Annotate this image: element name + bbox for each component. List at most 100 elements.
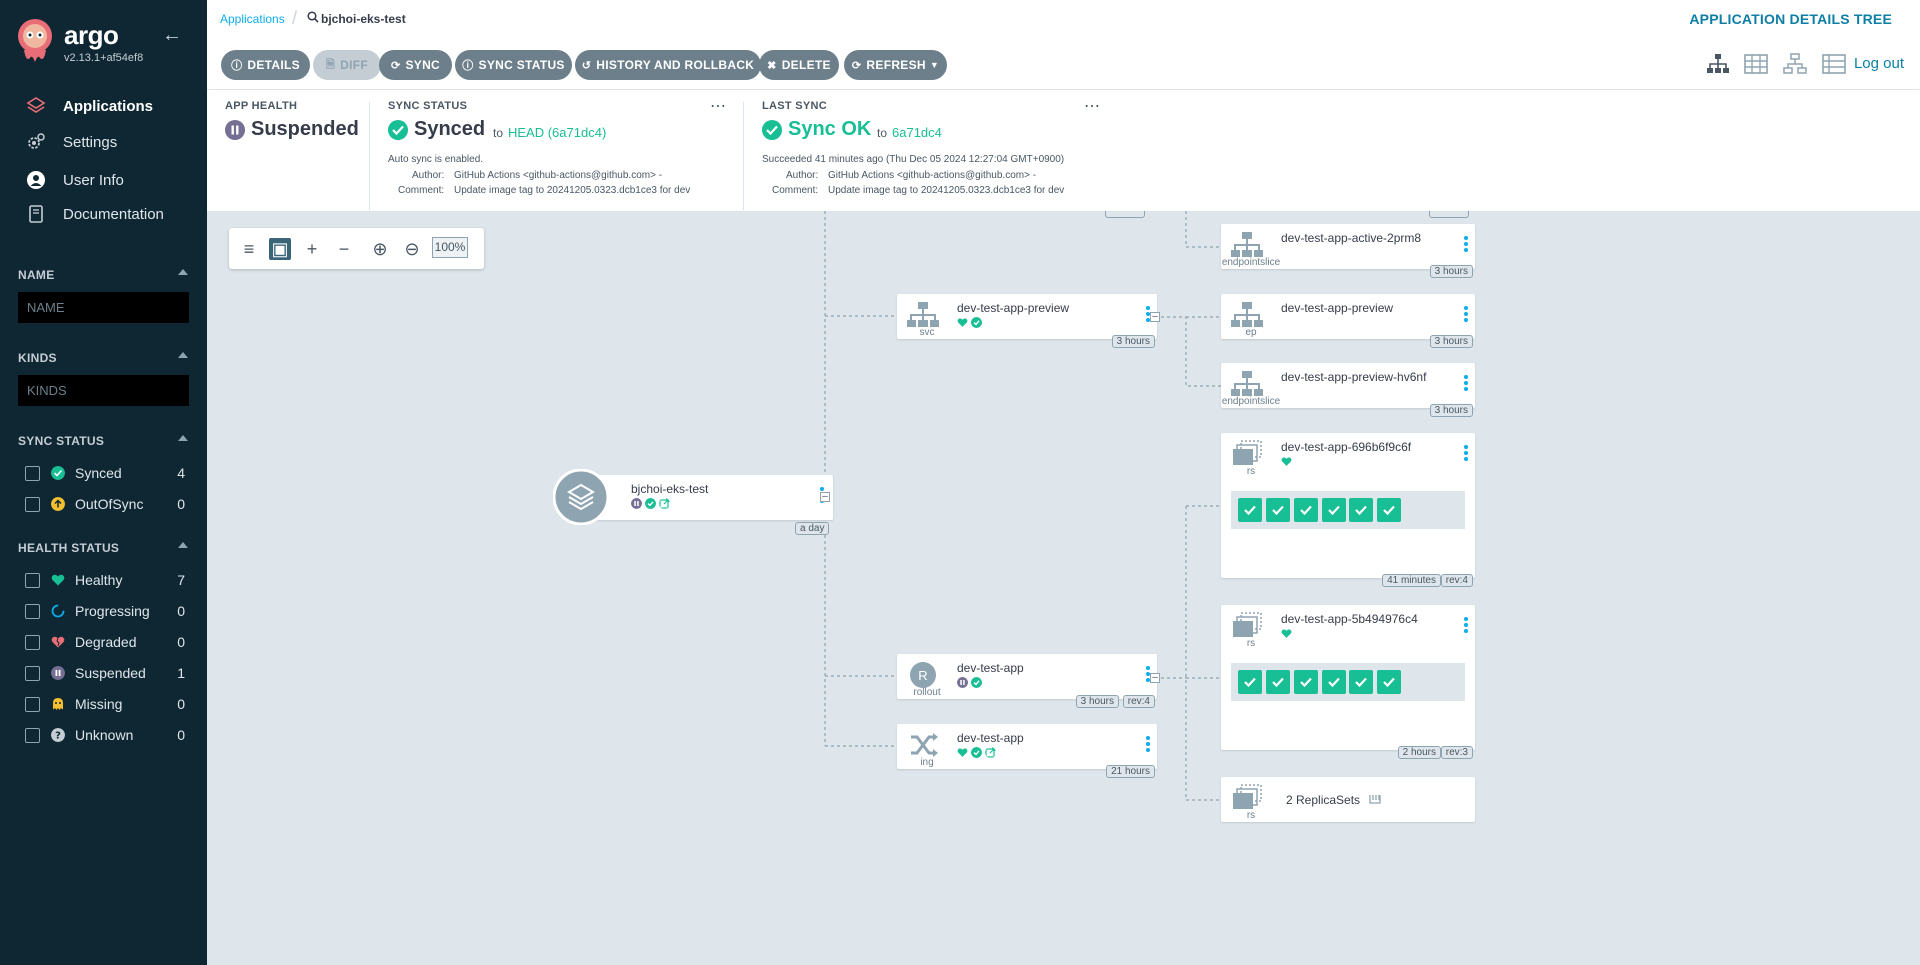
caret-up-icon[interactable] (178, 542, 188, 548)
checkbox[interactable] (25, 635, 40, 650)
sync-revision-link[interactable]: HEAD (6a71dc4) (508, 125, 606, 140)
pod[interactable] (1294, 670, 1318, 694)
node-status (957, 317, 982, 328)
resource-node-replicaset[interactable]: rs dev-test-app-696b6f9c6f 41 minutes re… (1221, 433, 1475, 587)
list-view-icon[interactable] (1822, 53, 1846, 75)
kinds-filter-input[interactable] (18, 375, 189, 406)
collapse-toggle[interactable]: – (1150, 312, 1160, 322)
collapse-sidebar-button[interactable]: ← (162, 24, 182, 47)
resource-node-replicaset-group[interactable]: rs 2 ReplicaSets (1221, 777, 1475, 822)
checkbox[interactable] (25, 573, 40, 588)
resource-node-rollout[interactable]: R rollout dev-test-app 3 hours rev:4 (897, 654, 1157, 708)
checkbox[interactable] (25, 697, 40, 712)
caret-up-icon[interactable] (178, 352, 188, 358)
align-left-icon[interactable]: ≡ (238, 238, 260, 260)
filter-row-progressing[interactable]: Progressing 0 (0, 596, 207, 626)
external-link-icon[interactable] (659, 498, 670, 509)
node-kind: rollout (913, 687, 941, 698)
caret-up-icon[interactable] (178, 269, 188, 275)
node-name: dev-test-app (957, 661, 1024, 675)
sidebar-item-applications[interactable]: Applications (0, 89, 207, 123)
breadcrumb-applications[interactable]: Applications (220, 12, 285, 26)
filter-row-outofsync[interactable]: OutOfSync 0 (0, 489, 207, 519)
sidebar-item-settings[interactable]: Settings (0, 125, 207, 159)
zoom-in-icon[interactable]: ⊕ (369, 238, 391, 260)
check-circle-icon (971, 677, 982, 688)
filter-row-missing[interactable]: Missing 0 (0, 689, 207, 719)
stack-icon[interactable] (1368, 792, 1382, 806)
diff-button[interactable]: 🗎 DIFF (313, 50, 381, 80)
checkbox[interactable] (25, 666, 40, 681)
pod[interactable] (1377, 498, 1401, 522)
checkbox[interactable] (25, 728, 40, 743)
pod[interactable] (1294, 498, 1318, 522)
pod[interactable] (1266, 498, 1290, 522)
resource-node-endpoints[interactable]: ep dev-test-app-preview 3 hours (1221, 294, 1475, 348)
author-label: Author: (412, 170, 445, 181)
network-view-icon[interactable] (1783, 53, 1807, 75)
history-and-rollback-button[interactable]: ↺ HISTORY AND ROLLBACK (575, 50, 761, 80)
pod[interactable] (1349, 670, 1373, 694)
last-sync-revision-link[interactable]: 6a71dc4 (892, 125, 942, 140)
network-icon (1231, 302, 1263, 327)
pod[interactable] (1322, 670, 1346, 694)
name-filter-input[interactable] (18, 292, 189, 323)
checkbox[interactable] (25, 497, 40, 512)
collapse-toggle[interactable]: – (1150, 673, 1160, 683)
sync-status-button[interactable]: ⓘ SYNC STATUS (455, 50, 572, 80)
pod[interactable] (1322, 498, 1346, 522)
delete-button[interactable]: ✖ DELETE (759, 50, 839, 80)
node-kind: endpointslice (1221, 257, 1281, 268)
filter-row-unknown[interactable]: ? Unknown 0 (0, 720, 207, 750)
replicaset-icon (1233, 784, 1262, 809)
tree-view-icon[interactable] (1706, 53, 1730, 75)
divider (743, 102, 744, 210)
fit-to-screen-icon[interactable]: ▣ (269, 238, 291, 260)
filter-row-synced[interactable]: Synced 4 (0, 458, 207, 488)
checkbox[interactable] (25, 466, 40, 481)
more-icon[interactable]: ⋯ (710, 96, 726, 116)
node-menu-icon[interactable] (1463, 304, 1469, 324)
button-label: SYNC (405, 58, 441, 72)
external-link-icon[interactable] (985, 747, 996, 758)
pods-view-icon[interactable] (1744, 53, 1768, 75)
sync-button[interactable]: ⟳ SYNC (379, 50, 452, 80)
checkbox[interactable] (25, 604, 40, 619)
resource-node-replicaset[interactable]: rs dev-test-app-5b494976c4 2 hours rev:3 (1221, 605, 1475, 759)
collapse-all-icon[interactable]: − (333, 238, 355, 260)
refresh-button[interactable]: ⟳ REFRESH ▼ (844, 50, 947, 80)
resource-tree-canvas[interactable]: ≡ ▣ + − ⊕ ⊖ 100% bjchoi-eks-test a day –… (207, 211, 1920, 965)
node-menu-icon[interactable] (1463, 615, 1469, 635)
pod[interactable] (1349, 498, 1373, 522)
node-menu-icon[interactable] (1463, 443, 1469, 463)
pod[interactable] (1238, 498, 1262, 522)
node-menu-icon[interactable] (1145, 734, 1151, 754)
layers-icon (26, 97, 46, 113)
expand-all-icon[interactable]: + (301, 238, 323, 260)
collapse-toggle[interactable]: – (820, 492, 830, 502)
sync-status-filter-title: SYNC STATUS (18, 434, 105, 448)
caret-up-icon[interactable] (178, 435, 188, 441)
resource-node-endpointslice[interactable]: endpointslice dev-test-app-preview-hv6nf… (1221, 363, 1475, 417)
age-tag: 3 hours (1075, 695, 1119, 708)
node-menu-icon[interactable] (1463, 234, 1469, 254)
filter-row-degraded[interactable]: Degraded 0 (0, 627, 207, 657)
check-icon (1300, 677, 1312, 688)
pod[interactable] (1238, 670, 1262, 694)
app-node[interactable]: bjchoi-eks-test a day (553, 469, 833, 535)
zoom-out-icon[interactable]: ⊖ (401, 238, 423, 260)
pod[interactable] (1266, 670, 1290, 694)
sidebar-item-documentation[interactable]: Documentation (0, 197, 207, 231)
resource-node-endpointslice[interactable]: endpointslice dev-test-app-active-2prm8 … (1221, 224, 1475, 278)
logout-link[interactable]: Log out (1854, 55, 1904, 72)
check-circle-icon (388, 120, 408, 140)
resource-node-svc[interactable]: svc dev-test-app-preview 3 hours (897, 294, 1157, 348)
filter-row-healthy[interactable]: Healthy 7 (0, 565, 207, 595)
details-button[interactable]: ⓘ DETAILS (221, 50, 310, 80)
filter-row-suspended[interactable]: Suspended 1 (0, 658, 207, 688)
sidebar-item-user-info[interactable]: User Info (0, 163, 207, 197)
pod[interactable] (1377, 670, 1401, 694)
more-icon[interactable]: ⋯ (1084, 96, 1100, 116)
node-menu-icon[interactable] (1463, 373, 1469, 393)
resource-node-ingress[interactable]: ing dev-test-app 21 hours (897, 724, 1157, 778)
